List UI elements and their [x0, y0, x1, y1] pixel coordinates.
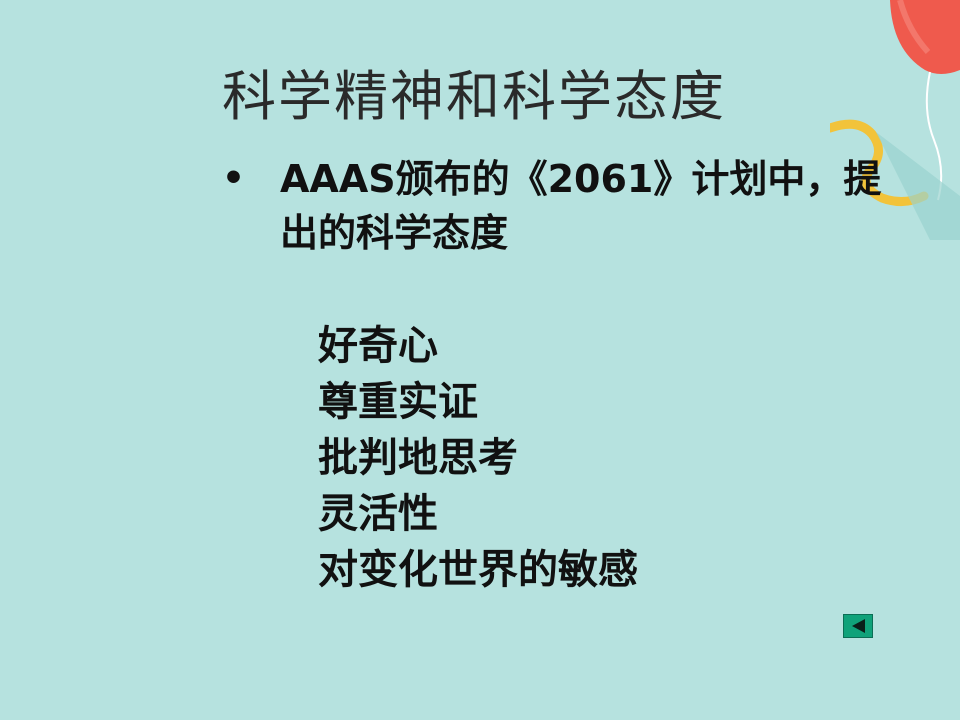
- attitude-item: 好奇心: [318, 323, 438, 369]
- attitude-item: 尊重实证: [318, 379, 478, 425]
- slide: 科学精神和科学态度 • AAAS颁布的《2061》计划中，提出的科学态度 好奇心…: [0, 0, 960, 720]
- attitude-list: 好奇心 尊重实证 批判地思考 灵活性 对变化世界的敏感: [318, 318, 638, 598]
- attitude-item: 灵活性: [318, 491, 438, 537]
- attitude-item: 批判地思考: [318, 435, 518, 481]
- slide-title: 科学精神和科学态度: [222, 65, 726, 128]
- bullet-text: AAAS颁布的《2061》计划中，提出的科学态度: [280, 157, 882, 255]
- triangle-left-icon: [852, 619, 865, 633]
- bullet-marker: •: [222, 158, 246, 199]
- attitude-item: 对变化世界的敏感: [318, 547, 638, 593]
- back-nav-button[interactable]: [843, 614, 873, 638]
